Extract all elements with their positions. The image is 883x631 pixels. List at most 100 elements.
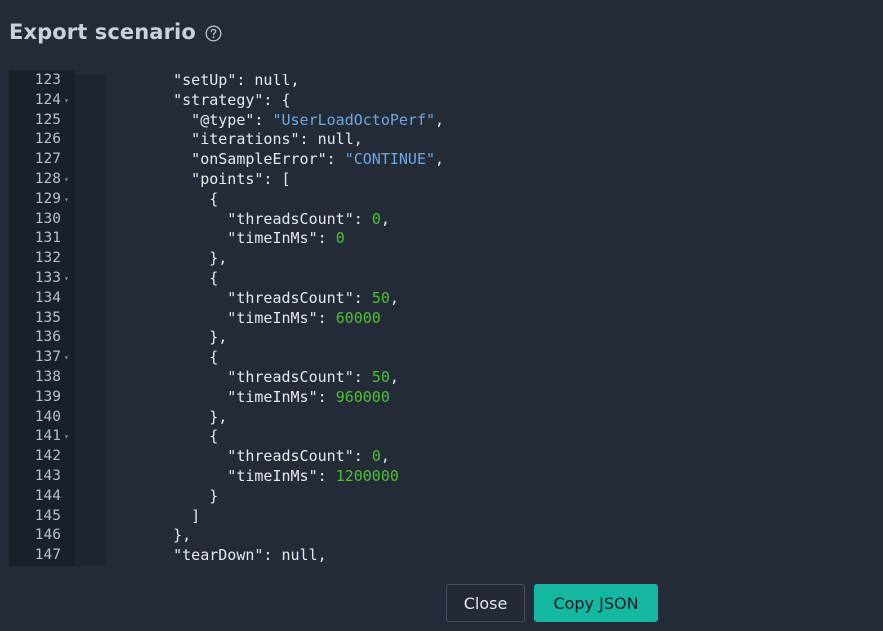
code-line: 138 "threadsCount": 50,: [9, 368, 883, 388]
code-token: ": [137, 367, 237, 386]
line-number: 126: [34, 131, 61, 148]
code-text: {: [137, 269, 218, 289]
code-token: ": [137, 447, 237, 466]
code-token: ":: [308, 387, 336, 406]
fold-arrow-icon[interactable]: ▾: [64, 427, 72, 447]
code-text: {: [137, 427, 218, 447]
code-token: 60000: [335, 308, 381, 327]
code-line: 146 },: [9, 526, 883, 546]
fold-arrow-icon[interactable]: ▾: [64, 170, 72, 190]
code-line: 127 "onSampleError": "CONTINUE",: [9, 150, 883, 170]
code-token: {: [137, 348, 219, 367]
dialog-footer: Close Copy JSON: [0, 566, 883, 631]
code-token: timeInMs: [236, 466, 309, 485]
code-text: "timeInMs": 960000: [137, 388, 390, 408]
line-number: 135: [34, 309, 61, 326]
line-number: 133: [34, 269, 61, 286]
code-text: "strategy": {: [137, 90, 291, 111]
code-token: },: [137, 328, 228, 347]
code-token: iterations: [200, 130, 291, 149]
code-text: "@type": "UserLoadOctoPerf",: [137, 111, 444, 131]
line-number: 143: [34, 467, 61, 484]
line-number: 134: [34, 289, 61, 306]
code-text: "threadsCount": 50,: [137, 368, 399, 388]
code-token: strategy: [182, 90, 255, 109]
code-token: threadsCount: [236, 447, 345, 466]
code-line: 140 },: [9, 408, 883, 428]
code-token: ": {: [254, 90, 291, 109]
code-token: ":: [317, 150, 345, 169]
code-token: ,: [389, 288, 399, 307]
dialog-header: Export scenario: [9, 16, 222, 48]
code-token: {: [137, 268, 219, 287]
code-token: 1200000: [335, 466, 399, 485]
code-token: ":: [344, 209, 372, 228]
line-number: 127: [34, 151, 61, 168]
code-text: "threadsCount": 50,: [137, 289, 399, 309]
code-token: points: [200, 169, 255, 188]
code-token: ": [137, 229, 237, 248]
line-number: 144: [34, 487, 61, 504]
line-number: 137: [34, 349, 61, 366]
code-token: ,: [435, 110, 445, 129]
close-button[interactable]: Close: [446, 584, 525, 622]
code-token: timeInMs: [236, 387, 309, 406]
line-number: 132: [34, 250, 61, 267]
code-line: 125 "@type": "UserLoadOctoPerf",: [9, 111, 883, 131]
code-text: "tearDown": null,: [137, 546, 327, 566]
code-line: 128 ▾ "points": [: [9, 170, 883, 190]
code-token: ": [137, 546, 183, 565]
code-text: ]: [137, 507, 200, 527]
code-token: ":: [344, 288, 372, 307]
code-text: "iterations": null,: [137, 130, 363, 150]
code-token: {: [137, 189, 219, 208]
line-number: 139: [34, 388, 61, 405]
code-token: ": [137, 169, 201, 188]
json-editor[interactable]: 123 "setUp": null, 124 ▾ "strategy": {125 …: [9, 70, 883, 566]
line-number: 140: [34, 408, 61, 425]
code-token: },: [137, 526, 192, 545]
code-line: 145 ]: [9, 507, 883, 527]
code-token: ,: [435, 150, 445, 169]
code-text: },: [137, 526, 191, 546]
code-token: 50: [371, 367, 390, 386]
code-token: ":: [245, 110, 273, 129]
copy-json-button[interactable]: Copy JSON: [534, 584, 658, 622]
question-circle-icon[interactable]: [205, 25, 222, 42]
line-number: 136: [34, 329, 61, 346]
code-text: "threadsCount": 0,: [137, 447, 390, 467]
dialog-title: Export scenario: [9, 20, 196, 44]
code-line: 135 "timeInMs": 60000: [9, 309, 883, 329]
code-token: },: [137, 407, 228, 426]
fold-arrow-icon[interactable]: ▾: [64, 190, 72, 210]
code-token: "UserLoadOctoPerf": [272, 110, 436, 129]
code-token: ]: [137, 506, 201, 525]
code-line: 136 },: [9, 328, 883, 348]
code-token: ,: [380, 209, 390, 228]
line-number: 124: [34, 91, 61, 108]
line-number: 128: [34, 170, 61, 187]
code-token: tearDown: [182, 546, 255, 565]
fold-arrow-icon[interactable]: ▾: [64, 348, 72, 368]
code-token: ": [: [254, 169, 291, 188]
code-token: timeInMs: [236, 229, 309, 248]
partial-line-mask: [75, 70, 883, 74]
export-scenario-dialog: Export scenario 123 "setUp": null, 124 ▾ "…: [0, 0, 883, 631]
code-line: 129 ▾ {: [9, 190, 883, 210]
code-text: "timeInMs": 0: [137, 229, 344, 249]
code-token: timeInMs: [236, 308, 309, 327]
code-line: 137 ▾ {: [9, 348, 883, 368]
code-line: 133 ▾ {: [9, 269, 883, 289]
code-token: ":: [308, 308, 336, 327]
code-text: {: [137, 348, 218, 368]
code-token: ": [137, 466, 237, 485]
line-number: 147: [34, 547, 61, 564]
line-number: 125: [34, 111, 61, 128]
code-line: 142 "threadsCount": 0,: [9, 447, 883, 467]
code-token: threadsCount: [236, 209, 345, 228]
code-token: ":: [344, 447, 372, 466]
line-number: 138: [34, 368, 61, 385]
code-token: ": [137, 110, 201, 129]
fold-arrow-icon[interactable]: ▾: [64, 269, 72, 289]
fold-arrow-icon[interactable]: ▾: [64, 91, 72, 111]
